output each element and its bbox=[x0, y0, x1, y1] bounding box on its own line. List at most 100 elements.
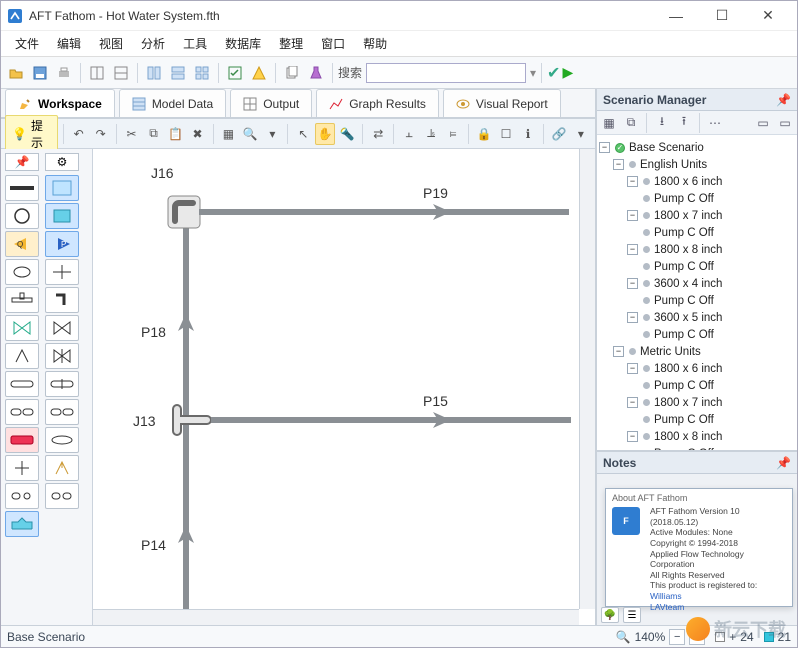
tree-toggle-icon[interactable]: − bbox=[627, 278, 638, 289]
tree-node[interactable]: −✓Base Scenario bbox=[599, 139, 795, 156]
split-h-icon[interactable] bbox=[143, 62, 165, 84]
workspace-canvas[interactable]: J16 P19 P18 J13 bbox=[93, 149, 595, 625]
palette-screen-icon[interactable] bbox=[45, 371, 79, 397]
palette-branch-icon[interactable] bbox=[45, 259, 79, 285]
tree-node[interactable]: Pump C Off bbox=[599, 224, 795, 241]
search-dropdown-icon[interactable]: ▾ bbox=[530, 66, 536, 80]
tree-toggle-icon[interactable]: − bbox=[627, 176, 638, 187]
find-icon[interactable]: 🔦 bbox=[337, 123, 357, 145]
tree-node[interactable]: −1800 x 8 inch bbox=[599, 241, 795, 258]
zoom-out-button[interactable]: − bbox=[669, 629, 685, 645]
notes-tree-icon[interactable]: 🌳 bbox=[601, 607, 619, 623]
tree-toggle-icon[interactable]: − bbox=[599, 142, 610, 153]
tree-node[interactable]: −1800 x 7 inch bbox=[599, 394, 795, 411]
menu-edit[interactable]: 编辑 bbox=[49, 33, 89, 54]
notes-list-icon[interactable]: ☰ bbox=[623, 607, 641, 623]
pipe-p15[interactable] bbox=[211, 417, 571, 423]
tree-node[interactable]: −1800 x 6 inch bbox=[599, 360, 795, 377]
tree-toggle-icon[interactable]: − bbox=[627, 363, 638, 374]
horizontal-scrollbar[interactable] bbox=[93, 609, 579, 625]
pointer-icon[interactable]: ↖ bbox=[293, 123, 313, 145]
palette-assigned-flow-icon[interactable]: Q bbox=[5, 231, 39, 257]
tab-visual-report[interactable]: Visual Report bbox=[443, 89, 561, 117]
palette-control-valve-icon[interactable] bbox=[45, 315, 79, 341]
sm-opt2-icon[interactable]: ▭ bbox=[775, 113, 795, 133]
info-icon[interactable]: ℹ bbox=[518, 123, 538, 145]
tree-node[interactable]: −1800 x 6 inch bbox=[599, 173, 795, 190]
palette-check-valve-icon[interactable] bbox=[45, 343, 79, 369]
tree-node[interactable]: Pump C Off bbox=[599, 411, 795, 428]
tree-node[interactable]: Pump C Off bbox=[599, 258, 795, 275]
tips-button[interactable]: 💡提示 bbox=[5, 115, 58, 153]
tab-model-data[interactable]: Model Data bbox=[119, 89, 226, 117]
close-button[interactable]: ✕ bbox=[745, 1, 791, 31]
tree-node[interactable]: −1800 x 8 inch bbox=[599, 428, 795, 445]
notes-pin-icon[interactable]: 📌 bbox=[776, 456, 791, 470]
palette-annotation-icon[interactable] bbox=[45, 175, 79, 201]
pin-icon[interactable]: 📌 bbox=[776, 93, 791, 107]
group-icon[interactable]: ☐ bbox=[496, 123, 516, 145]
menu-analyze[interactable]: 分析 bbox=[133, 33, 173, 54]
copy-icon[interactable] bbox=[281, 62, 303, 84]
delete-icon[interactable]: ✖ bbox=[188, 123, 208, 145]
palette-pipe-icon[interactable] bbox=[5, 175, 39, 201]
tree-toggle-icon[interactable]: − bbox=[627, 431, 638, 442]
snap-icon[interactable]: ▦ bbox=[218, 123, 238, 145]
pan-icon[interactable]: ✋ bbox=[315, 123, 335, 145]
maximize-button[interactable]: ☐ bbox=[699, 1, 745, 31]
check-icon[interactable]: ✔ bbox=[547, 63, 560, 83]
palette-reservoir-icon[interactable] bbox=[45, 203, 79, 229]
print-icon[interactable] bbox=[53, 62, 75, 84]
sm-down-icon[interactable]: ⭳ bbox=[652, 113, 672, 133]
tree-toggle-icon[interactable]: − bbox=[627, 210, 638, 221]
tree-node[interactable]: −English Units bbox=[599, 156, 795, 173]
tree-node[interactable]: Pump C Off bbox=[599, 326, 795, 343]
palette-heat-ex-icon[interactable] bbox=[5, 427, 39, 453]
tree-toggle-icon[interactable]: − bbox=[627, 312, 638, 323]
palette-three-way-icon[interactable] bbox=[45, 455, 79, 481]
flip-icon[interactable]: ⇄ bbox=[368, 123, 388, 145]
copy2-icon[interactable]: ⧉ bbox=[144, 123, 164, 145]
split-grid-icon[interactable] bbox=[191, 62, 213, 84]
palette-dead-end-icon[interactable] bbox=[5, 483, 39, 509]
sm-new-icon[interactable]: ▦ bbox=[599, 113, 619, 133]
redo-icon[interactable]: ↷ bbox=[91, 123, 111, 145]
palette-tank-icon[interactable] bbox=[5, 203, 39, 229]
palette-elbow-icon[interactable] bbox=[45, 287, 79, 313]
warning-icon[interactable] bbox=[248, 62, 270, 84]
tab-graph-results[interactable]: Graph Results bbox=[316, 89, 439, 117]
save-icon[interactable] bbox=[29, 62, 51, 84]
align-r-icon[interactable]: ⫢ bbox=[443, 123, 463, 145]
junction-j16[interactable] bbox=[167, 195, 201, 229]
cut-icon[interactable]: ✂ bbox=[122, 123, 142, 145]
tree-node[interactable]: −Metric Units bbox=[599, 343, 795, 360]
checklist-icon[interactable] bbox=[224, 62, 246, 84]
vertical-scrollbar[interactable] bbox=[579, 149, 595, 609]
layout1-icon[interactable] bbox=[86, 62, 108, 84]
scenario-tree[interactable]: −✓Base Scenario−English Units−1800 x 6 i… bbox=[597, 135, 797, 450]
menu-view[interactable]: 视图 bbox=[91, 33, 131, 54]
palette-bend-icon[interactable] bbox=[45, 399, 79, 425]
open-icon[interactable] bbox=[5, 62, 27, 84]
palette-pump-icon[interactable] bbox=[5, 259, 39, 285]
sm-opt1-icon[interactable]: ▭ bbox=[753, 113, 773, 133]
sm-more-icon[interactable]: ⋯ bbox=[705, 113, 725, 133]
junction-j13[interactable] bbox=[169, 403, 213, 437]
palette-volume-icon[interactable] bbox=[45, 483, 79, 509]
layout2-icon[interactable] bbox=[110, 62, 132, 84]
opts-icon[interactable]: ▾ bbox=[571, 123, 591, 145]
palette-area-change-icon[interactable] bbox=[5, 399, 39, 425]
sm-dup-icon[interactable]: ⧉ bbox=[621, 113, 641, 133]
palette-assigned-pressure-icon[interactable]: P bbox=[45, 231, 79, 257]
tree-node[interactable]: Pump C Off bbox=[599, 292, 795, 309]
tree-node[interactable]: −3600 x 5 inch bbox=[599, 309, 795, 326]
palette-valve-icon[interactable] bbox=[5, 315, 39, 341]
zoom-in-button[interactable]: + bbox=[689, 629, 705, 645]
align-c-icon[interactable]: ⫡ bbox=[421, 123, 441, 145]
palette-spray-icon[interactable] bbox=[45, 427, 79, 453]
menu-file[interactable]: 文件 bbox=[7, 33, 47, 54]
menu-arrange[interactable]: 整理 bbox=[271, 33, 311, 54]
run-icon[interactable]: ▶ bbox=[562, 64, 573, 81]
zoom-icon[interactable]: 🔍 bbox=[240, 123, 260, 145]
tree-toggle-icon[interactable]: − bbox=[613, 346, 624, 357]
